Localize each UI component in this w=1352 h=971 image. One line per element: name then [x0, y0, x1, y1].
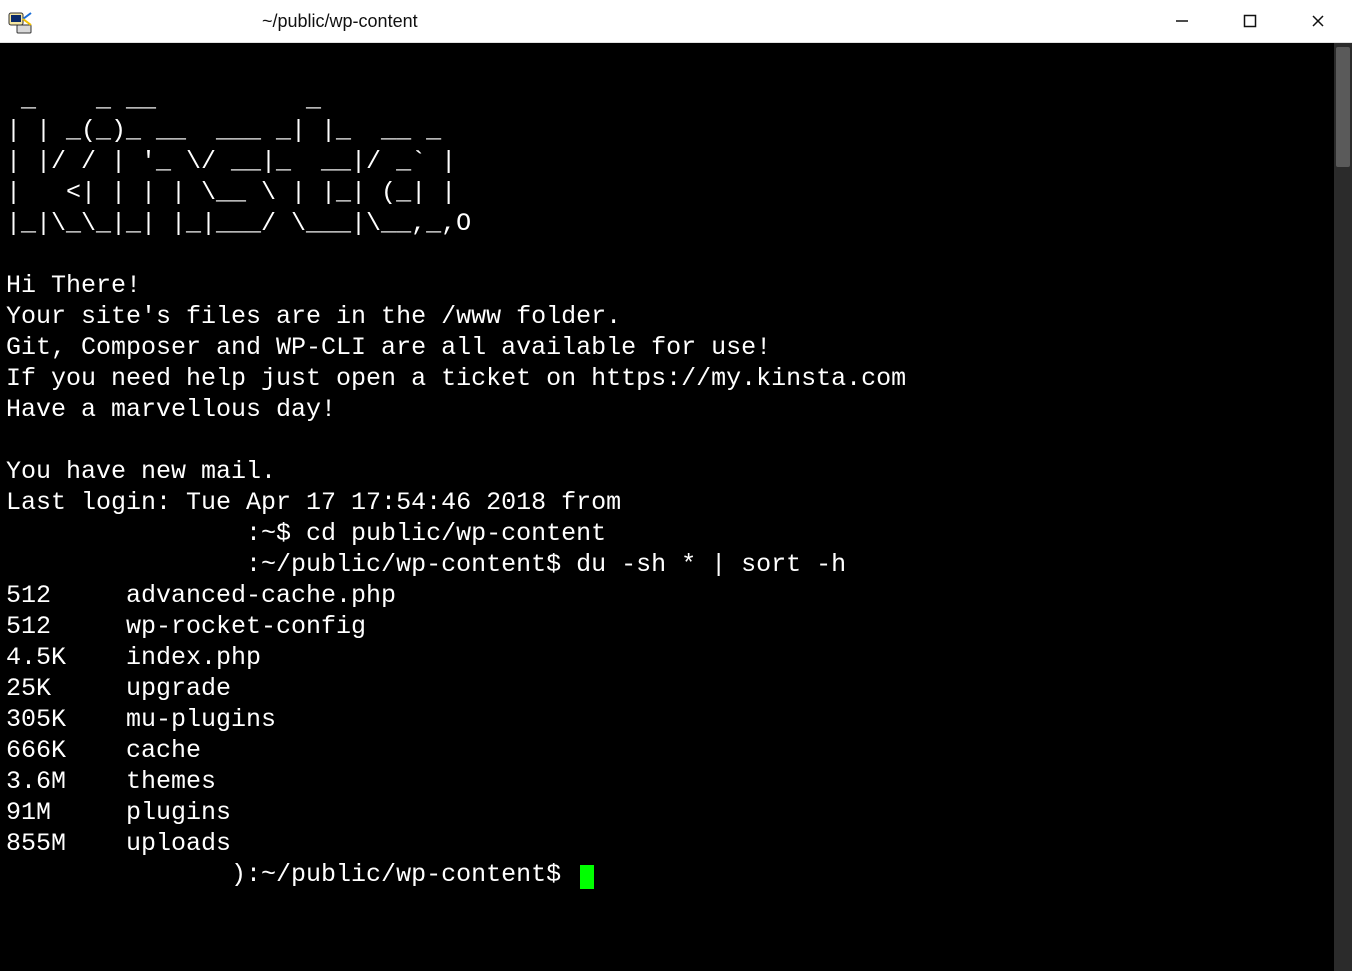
du-size: 3.6M — [6, 766, 126, 797]
du-name: uploads — [126, 829, 231, 858]
window-titlebar: ~/public/wp-content — [0, 0, 1352, 43]
ascii-art: _ _ __ _ | | _(_)_ __ ___ _| |_ __ _ | |… — [6, 85, 471, 238]
scrollbar-thumb[interactable] — [1336, 47, 1350, 167]
du-name: index.php — [126, 643, 261, 672]
du-size: 666K — [6, 735, 126, 766]
greeting-line: Hi There! — [6, 271, 141, 300]
prompt-current: ):~/public/wp-content$ — [6, 860, 576, 889]
greeting-line: If you need help just open a ticket on h… — [6, 364, 906, 393]
du-size: 512 — [6, 580, 126, 611]
du-size: 4.5K — [6, 642, 126, 673]
du-row: 4.5Kindex.php — [6, 642, 1346, 673]
du-row: 666Kcache — [6, 735, 1346, 766]
du-row: 91Mplugins — [6, 797, 1346, 828]
last-login: Last login: Tue Apr 17 17:54:46 2018 fro… — [6, 488, 621, 517]
app-icon — [0, 7, 42, 35]
scrollbar[interactable] — [1334, 43, 1352, 971]
window-title: ~/public/wp-content — [42, 11, 1148, 32]
du-name: themes — [126, 767, 216, 796]
window-controls — [1148, 0, 1352, 42]
du-name: wp-rocket-config — [126, 612, 366, 641]
du-size: 91M — [6, 797, 126, 828]
prompt-line: :~/public/wp-content$ du -sh * | sort -h — [6, 550, 846, 579]
du-size: 305K — [6, 704, 126, 735]
du-row: 25Kupgrade — [6, 673, 1346, 704]
terminal-output: _ _ __ _ | | _(_)_ __ ___ _| |_ __ _ | |… — [0, 43, 1352, 890]
minimize-button[interactable] — [1148, 0, 1216, 42]
du-row: 512wp-rocket-config — [6, 611, 1346, 642]
greeting-line: Have a marvellous day! — [6, 395, 336, 424]
du-name: mu-plugins — [126, 705, 276, 734]
terminal-area[interactable]: _ _ __ _ | | _(_)_ __ ___ _| |_ __ _ | |… — [0, 43, 1352, 971]
du-size: 855M — [6, 828, 126, 859]
du-name: plugins — [126, 798, 231, 827]
prompt-line: :~$ cd public/wp-content — [6, 519, 606, 548]
du-name: advanced-cache.php — [126, 581, 396, 610]
du-row: 3.6Mthemes — [6, 766, 1346, 797]
greeting-line: Git, Composer and WP-CLI are all availab… — [6, 333, 771, 362]
greeting-line: Your site's files are in the /www folder… — [6, 302, 621, 331]
maximize-button[interactable] — [1216, 0, 1284, 42]
close-button[interactable] — [1284, 0, 1352, 42]
du-row: 512advanced-cache.php — [6, 580, 1346, 611]
du-name: upgrade — [126, 674, 231, 703]
du-size: 25K — [6, 673, 126, 704]
du-row: 855Muploads — [6, 828, 1346, 859]
mail-notice: You have new mail. — [6, 457, 276, 486]
cursor-icon — [580, 865, 594, 889]
du-name: cache — [126, 736, 201, 765]
du-size: 512 — [6, 611, 126, 642]
du-row: 305Kmu-plugins — [6, 704, 1346, 735]
